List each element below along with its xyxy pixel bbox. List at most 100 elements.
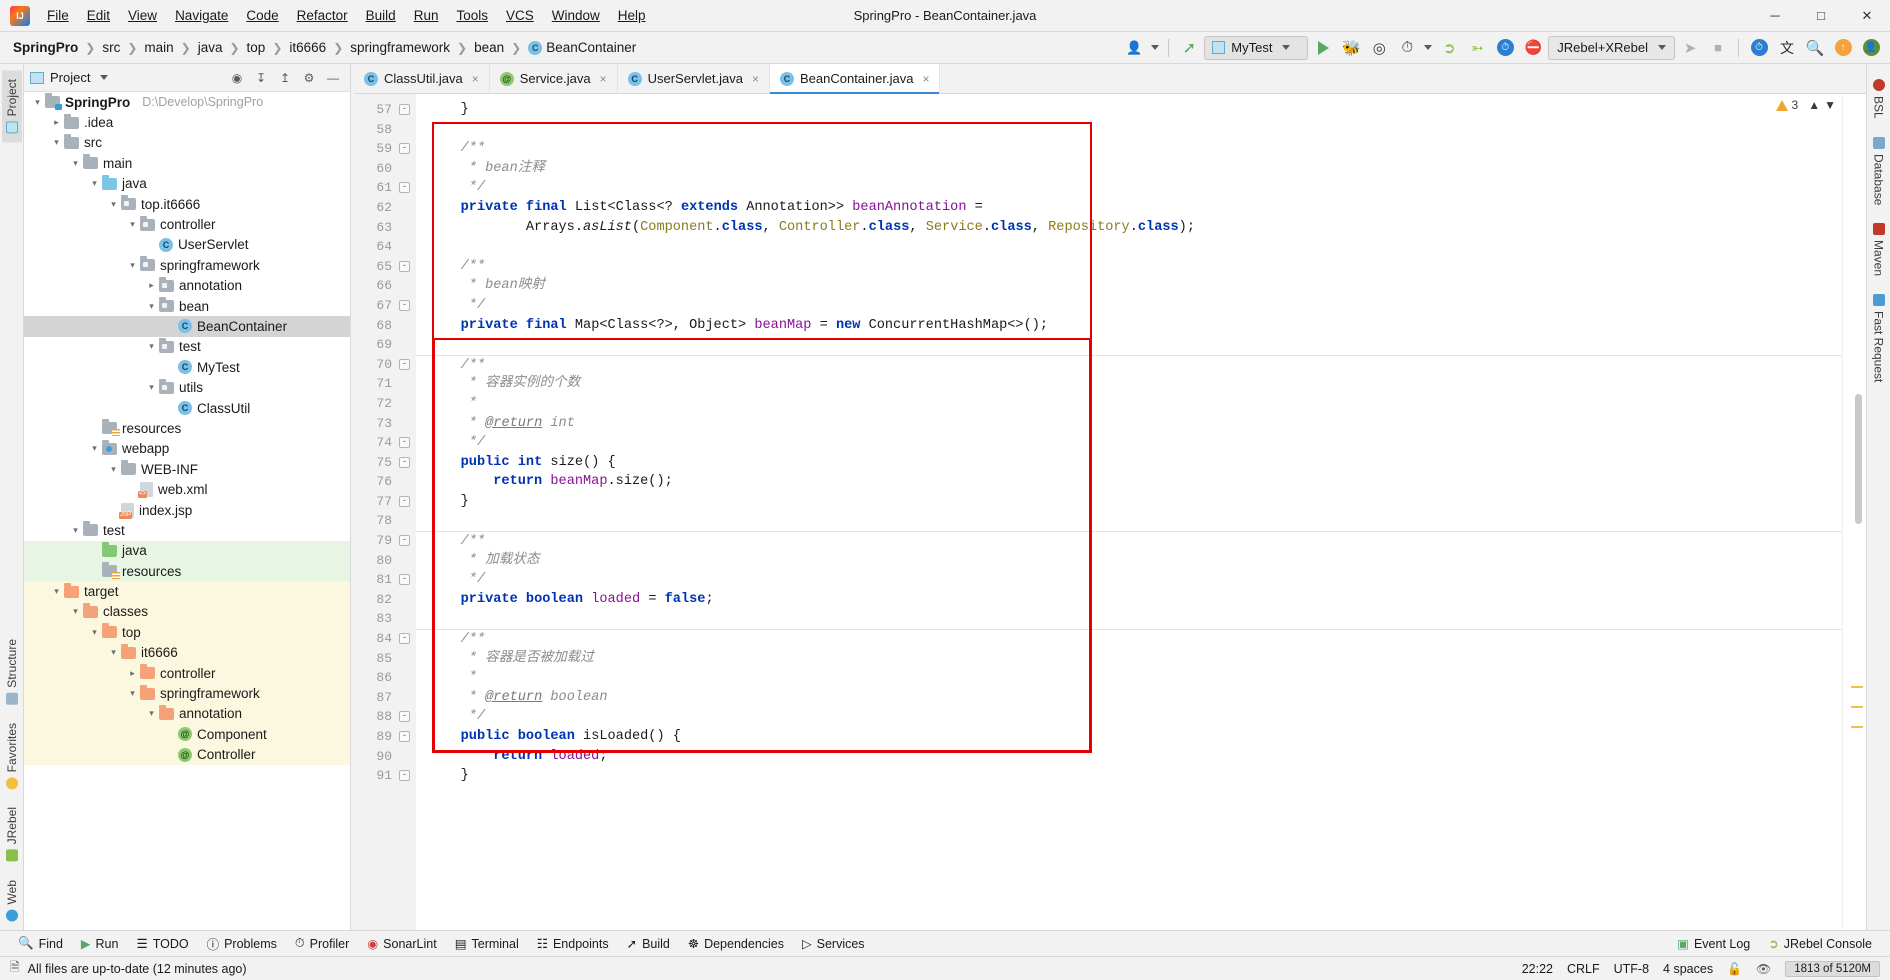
- build-hammer-icon[interactable]: ➚: [1176, 36, 1202, 60]
- chevron-down-icon[interactable]: ▾: [49, 586, 64, 597]
- tree-node-top-it6666[interactable]: ▾ top.it6666: [24, 194, 350, 214]
- tree-node-top[interactable]: ▾ top: [24, 622, 350, 643]
- profiler-chevron-down-icon[interactable]: [1422, 36, 1434, 60]
- code-fold-toggle[interactable]: -: [399, 182, 410, 194]
- minimize-icon[interactable]: ─: [1752, 0, 1798, 32]
- tree-node-beancontainer[interactable]: C BeanContainer: [24, 316, 350, 337]
- chevron-down-icon[interactable]: ▾: [125, 219, 140, 230]
- run-with-coverage-icon[interactable]: ◎: [1366, 36, 1392, 60]
- tree-node-bean[interactable]: ▾ bean: [24, 296, 350, 316]
- line-number-91[interactable]: 91-: [354, 766, 416, 786]
- code-line-69[interactable]: [416, 335, 1842, 355]
- chevron-right-icon[interactable]: ▸: [125, 668, 140, 679]
- line-number-67[interactable]: 67-: [354, 296, 416, 316]
- tree-node--idea[interactable]: ▸ .idea: [24, 112, 350, 132]
- tree-node-web-inf[interactable]: ▾ WEB-INF: [24, 459, 350, 479]
- line-number-88[interactable]: 88-: [354, 707, 416, 727]
- vertical-scrollbar-thumb[interactable]: [1855, 394, 1862, 524]
- scroll-from-source-icon[interactable]: ◉: [226, 67, 248, 89]
- menu-run[interactable]: Run: [405, 4, 448, 27]
- tree-node-it6666[interactable]: ▾ it6666: [24, 642, 350, 663]
- breadcrumb-springpro[interactable]: SpringPro: [10, 38, 81, 57]
- code-line-57[interactable]: }: [416, 100, 1842, 120]
- menu-help[interactable]: Help: [609, 4, 655, 27]
- tree-node-webapp[interactable]: ▾ webapp: [24, 439, 350, 459]
- code-line-58[interactable]: [416, 120, 1842, 140]
- tree-node-springpro[interactable]: ▾ SpringPro D:\Develop\SpringPro: [24, 92, 350, 112]
- menu-build[interactable]: Build: [357, 4, 405, 27]
- menu-edit[interactable]: Edit: [78, 4, 119, 27]
- tree-node-classutil[interactable]: C ClassUtil: [24, 398, 350, 418]
- tree-node-springframework[interactable]: ▾ springframework: [24, 255, 350, 275]
- tool-window-problems[interactable]: ⓘ Problems: [199, 931, 285, 956]
- code-fold-toggle[interactable]: -: [399, 770, 410, 782]
- breadcrumb-main[interactable]: main: [141, 38, 176, 57]
- line-number-70[interactable]: 70-: [354, 355, 416, 375]
- tree-node-annotation[interactable]: ▸ annotation: [24, 276, 350, 296]
- menu-tools[interactable]: Tools: [447, 4, 497, 27]
- menu-view[interactable]: View: [119, 4, 166, 27]
- profiler-clock-icon[interactable]: ⏱: [1394, 36, 1420, 60]
- line-separator[interactable]: CRLF: [1567, 962, 1600, 976]
- sidebar-item-favorites[interactable]: Favorites: [2, 714, 22, 798]
- code-line-78[interactable]: [416, 511, 1842, 531]
- tree-node-target[interactable]: ▾ target: [24, 581, 350, 602]
- tree-node-userservlet[interactable]: C UserServlet: [24, 235, 350, 255]
- code-line-60[interactable]: * bean注释: [416, 159, 1842, 179]
- code-fold-toggle[interactable]: -: [399, 574, 410, 586]
- indent-setting[interactable]: 4 spaces: [1663, 962, 1713, 976]
- translate-icon[interactable]: 文: [1774, 36, 1800, 60]
- code-line-87[interactable]: * @return boolean: [416, 688, 1842, 708]
- sidebar-item-web[interactable]: Web: [2, 871, 22, 930]
- close-icon[interactable]: ×: [752, 72, 759, 86]
- line-number-74[interactable]: 74-: [354, 433, 416, 453]
- code-fold-toggle[interactable]: -: [399, 437, 410, 449]
- tree-node-java[interactable]: ▾ java: [24, 174, 350, 194]
- chevron-down-icon[interactable]: ▾: [68, 606, 83, 617]
- tree-node-annotation[interactable]: ▾ annotation: [24, 703, 350, 725]
- tool-window-run[interactable]: ▶ Run: [73, 933, 127, 954]
- line-number-75[interactable]: 75-: [354, 453, 416, 473]
- editor-scrollbar-markers[interactable]: [1842, 94, 1866, 930]
- user-account-avatar[interactable]: 👤: [1858, 36, 1884, 60]
- line-number-71[interactable]: 71: [354, 374, 416, 394]
- chevron-down-icon[interactable]: ▾: [125, 688, 140, 699]
- tool-window-profiler[interactable]: ⏱ Profiler: [287, 933, 357, 954]
- inspection-prev-icon[interactable]: ▲: [1808, 98, 1820, 112]
- line-number-62[interactable]: 62: [354, 198, 416, 218]
- caret-position[interactable]: 22:22: [1522, 962, 1553, 976]
- line-number-66[interactable]: 66: [354, 276, 416, 296]
- tool-window-build[interactable]: ➚ Build: [619, 933, 678, 954]
- project-tree[interactable]: ▾ SpringPro D:\Develop\SpringPro ▸ .idea ▾ src…: [24, 92, 350, 930]
- code-line-84[interactable]: /**: [416, 629, 1842, 649]
- tab-service[interactable]: @ Service.java ×: [490, 64, 618, 93]
- code-line-86[interactable]: *: [416, 668, 1842, 688]
- jrebel-stop-icon[interactable]: ⛔: [1520, 36, 1546, 60]
- line-number-72[interactable]: 72: [354, 394, 416, 414]
- sidebar-item-bsl[interactable]: BSL: [1869, 70, 1889, 128]
- read-write-lock-icon[interactable]: 🔓: [1727, 962, 1742, 976]
- line-number-61[interactable]: 61-: [354, 178, 416, 198]
- chevron-down-icon[interactable]: ▾: [144, 708, 159, 719]
- tree-node-controller[interactable]: ▸ controller: [24, 662, 350, 684]
- inspection-eye-icon[interactable]: 👁: [1756, 962, 1771, 976]
- inspection-next-icon[interactable]: ▼: [1824, 98, 1836, 112]
- tree-node-utils[interactable]: ▾ utils: [24, 377, 350, 397]
- sidebar-item-database[interactable]: Database: [1869, 128, 1889, 214]
- line-number-59[interactable]: 59-: [354, 139, 416, 159]
- code-line-76[interactable]: return beanMap.size();: [416, 472, 1842, 492]
- code-fold-toggle[interactable]: -: [399, 633, 410, 645]
- toolbar-user-chevron[interactable]: [1149, 36, 1161, 60]
- code-line-89[interactable]: public boolean isLoaded() {: [416, 727, 1842, 747]
- maximize-icon[interactable]: □: [1798, 0, 1844, 32]
- sidebar-item-jrebel[interactable]: JRebel: [2, 798, 22, 870]
- code-line-72[interactable]: *: [416, 394, 1842, 414]
- code-line-68[interactable]: private final Map<Class<?>, Object> bean…: [416, 316, 1842, 336]
- code-line-63[interactable]: Arrays.asList(Component.class, Controlle…: [416, 218, 1842, 238]
- close-icon[interactable]: ×: [922, 72, 929, 86]
- close-icon[interactable]: ✕: [1844, 0, 1890, 32]
- menu-navigate[interactable]: Navigate: [166, 4, 237, 27]
- chevron-right-icon[interactable]: ▸: [144, 280, 159, 291]
- chevron-down-icon[interactable]: ▾: [87, 443, 102, 454]
- expand-all-icon[interactable]: ↧: [250, 67, 272, 89]
